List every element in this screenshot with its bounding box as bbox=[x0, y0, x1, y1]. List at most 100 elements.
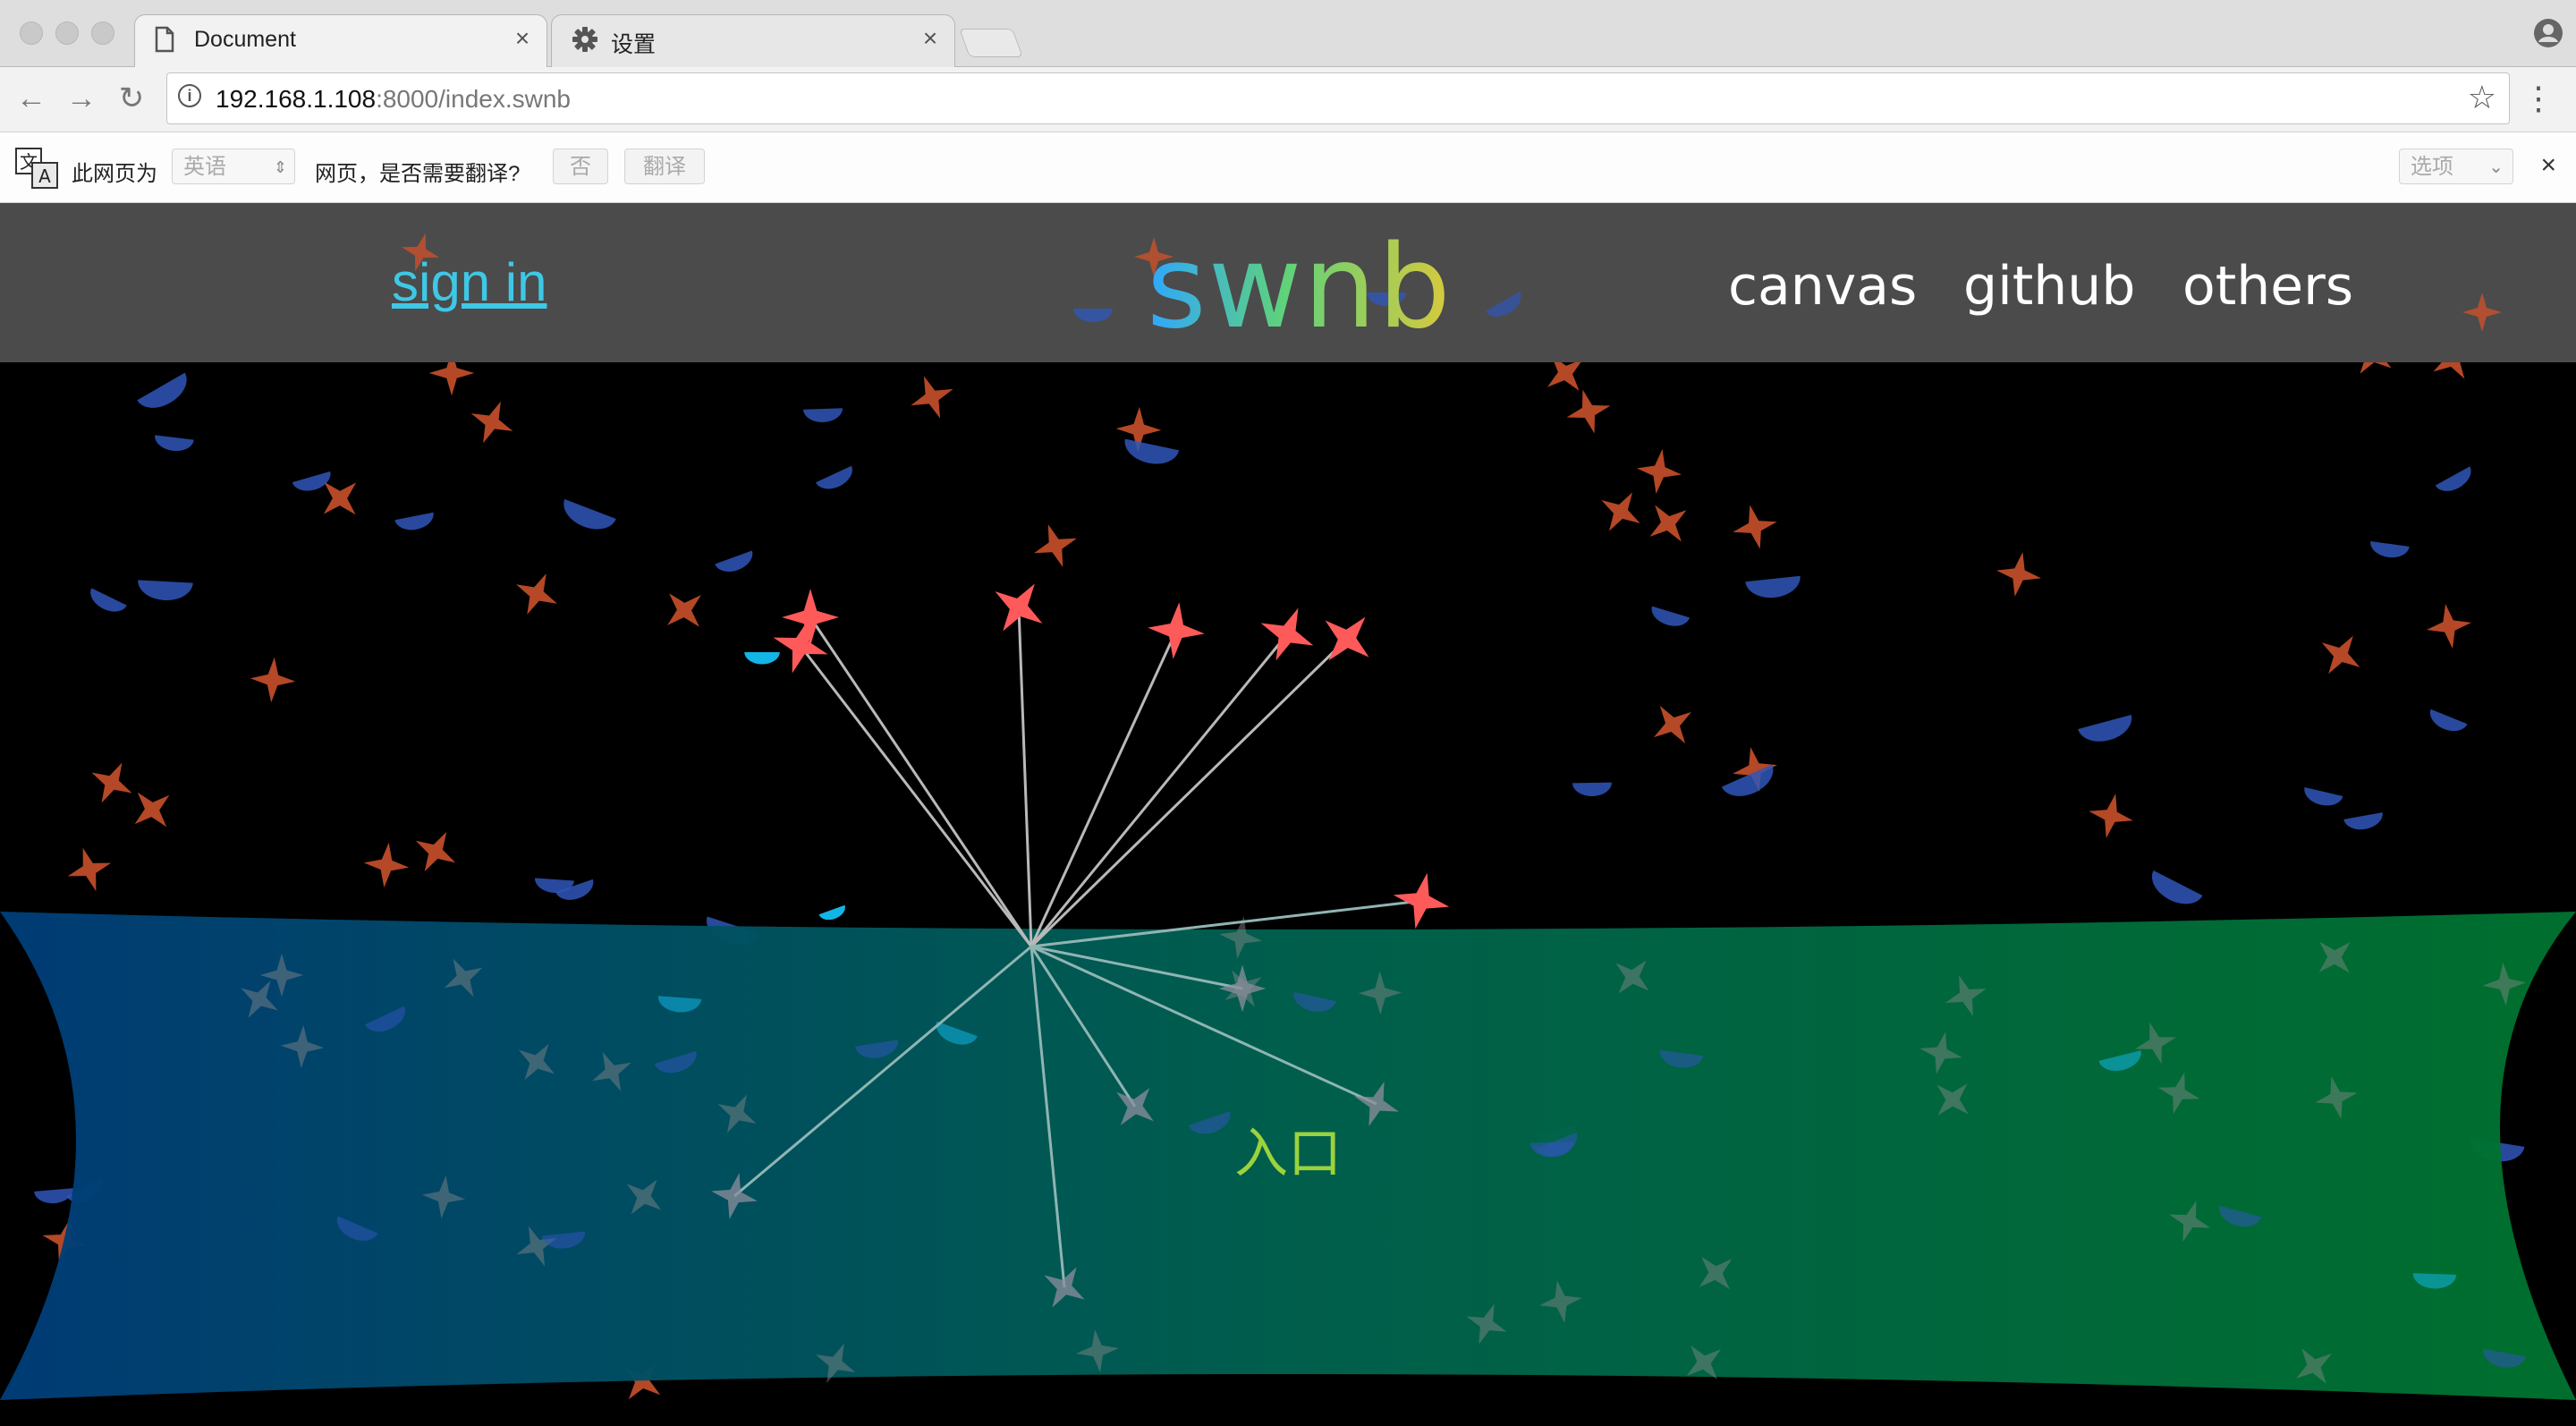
connection-line bbox=[1030, 633, 1289, 947]
moon-shape bbox=[715, 550, 757, 577]
moon-shape bbox=[1121, 438, 1180, 469]
translate-button[interactable]: 翻译 bbox=[624, 149, 705, 184]
star-shape bbox=[120, 777, 184, 842]
site-logo[interactable]: swnb bbox=[1147, 221, 1453, 354]
info-icon[interactable]: i bbox=[178, 84, 201, 107]
star-shape bbox=[1026, 516, 1085, 575]
translate-question-text: 网页，是否需要翻译? bbox=[315, 162, 521, 186]
star-shape bbox=[2083, 788, 2139, 844]
site-header: sign in swnb canvas github others bbox=[0, 203, 2576, 362]
moon-shape bbox=[2145, 870, 2203, 912]
translate-icon: 文 A bbox=[15, 148, 58, 189]
browser-menu-icon[interactable]: ⋮ bbox=[2522, 80, 2555, 117]
address-bar[interactable]: i 192.168.1.108:8000/index.swnb ☆ bbox=[166, 72, 2510, 124]
moon-shape bbox=[1648, 606, 1690, 631]
entry-button[interactable]: 入口 bbox=[1234, 1110, 1342, 1188]
reload-icon[interactable]: ↻ bbox=[111, 78, 152, 119]
star-shape bbox=[1387, 867, 1455, 935]
moon-shape bbox=[153, 435, 194, 454]
star-shape bbox=[1636, 491, 1700, 556]
moon-shape bbox=[744, 652, 780, 665]
star-shape bbox=[902, 368, 962, 427]
tab-settings[interactable]: 设置 × bbox=[551, 14, 955, 67]
tab-title: Document bbox=[194, 27, 296, 52]
moon-shape bbox=[137, 372, 195, 417]
star-shape bbox=[248, 655, 298, 705]
language-select-value: 英语 bbox=[183, 155, 226, 179]
star-shape bbox=[1250, 597, 1325, 672]
connection-line bbox=[1030, 630, 1178, 947]
select-arrows-icon: ⇕ bbox=[273, 158, 287, 176]
no-translate-button[interactable]: 否 bbox=[553, 149, 608, 184]
moon-shape bbox=[1572, 782, 1613, 797]
page-content: sign in swnb canvas github others 入口 bbox=[0, 203, 2576, 1426]
tab-document[interactable]: Document × bbox=[134, 14, 547, 67]
star-shape bbox=[506, 564, 567, 624]
forward-arrow-icon[interactable]: → bbox=[61, 78, 102, 119]
nav-github-link[interactable]: github bbox=[1963, 255, 2135, 318]
nav-others-link[interactable]: others bbox=[2182, 255, 2353, 318]
moon-shape bbox=[85, 588, 127, 618]
star-shape bbox=[1561, 384, 1616, 439]
moon-shape bbox=[137, 580, 193, 602]
moon-shape bbox=[2078, 715, 2137, 748]
moon-shape bbox=[2368, 540, 2410, 560]
options-select-value: 选项 bbox=[2411, 155, 2453, 179]
back-arrow-icon[interactable]: ← bbox=[11, 78, 52, 119]
moon-shape bbox=[2343, 812, 2385, 833]
star-shape bbox=[404, 820, 467, 883]
star-shape bbox=[1640, 692, 1705, 757]
browser-toolbar: ← → ↻ i 192.168.1.108:8000/index.swnb ☆ … bbox=[0, 67, 2576, 132]
star-shape bbox=[361, 840, 411, 890]
language-select[interactable]: 英语 ⇕ bbox=[172, 149, 295, 184]
moon-shape bbox=[818, 904, 849, 924]
new-tab-button[interactable] bbox=[959, 29, 1023, 57]
moon-shape bbox=[2301, 787, 2343, 810]
tab-title: 设置 bbox=[611, 32, 657, 57]
document-icon bbox=[155, 26, 174, 53]
options-select[interactable]: 选项 ⌄ bbox=[2399, 149, 2513, 184]
moon-shape bbox=[292, 471, 335, 496]
close-translate-bar-icon[interactable]: × bbox=[2540, 150, 2556, 181]
sign-in-link[interactable]: sign in bbox=[392, 251, 547, 313]
star-shape bbox=[1992, 547, 2046, 601]
star-shape bbox=[1589, 480, 1652, 543]
url-text[interactable]: 192.168.1.108:8000/index.swnb bbox=[216, 85, 571, 114]
star-shape bbox=[2309, 624, 2372, 686]
moon-shape bbox=[2435, 466, 2477, 497]
moon-shape bbox=[394, 512, 436, 533]
star-shape bbox=[462, 392, 522, 453]
connection-line bbox=[1017, 607, 1033, 947]
animated-background-canvas bbox=[0, 323, 2576, 1413]
profile-icon[interactable] bbox=[2533, 18, 2563, 48]
star-shape bbox=[782, 589, 839, 646]
close-tab-icon[interactable]: × bbox=[509, 24, 536, 53]
star-shape bbox=[61, 841, 118, 898]
maximize-window-button[interactable] bbox=[91, 21, 114, 45]
gear-icon bbox=[572, 27, 597, 52]
moon-shape bbox=[1745, 575, 1802, 601]
star-shape bbox=[2423, 600, 2475, 652]
moon-shape bbox=[2425, 709, 2468, 737]
svg-text:A: A bbox=[38, 166, 51, 187]
connection-line bbox=[809, 616, 1033, 947]
moon-shape bbox=[816, 465, 858, 495]
moon-shape bbox=[803, 408, 843, 423]
url-path: :8000/index.swnb bbox=[376, 85, 571, 113]
bookmark-star-icon[interactable]: ☆ bbox=[2468, 79, 2496, 116]
close-tab-icon[interactable]: × bbox=[917, 24, 944, 53]
star-shape bbox=[1633, 446, 1685, 497]
close-window-button[interactable] bbox=[20, 21, 43, 45]
star-shape bbox=[1144, 598, 1208, 663]
browser-tab-bar: Document × 设置 × bbox=[0, 0, 2576, 67]
connection-line bbox=[1030, 637, 1349, 948]
nav-canvas-link[interactable]: canvas bbox=[1728, 255, 1917, 318]
minimize-window-button[interactable] bbox=[55, 21, 79, 45]
star-shape bbox=[1727, 499, 1783, 555]
star-shape bbox=[652, 578, 716, 642]
chevron-down-icon: ⌄ bbox=[2488, 157, 2504, 177]
translate-prefix-text: 此网页为 bbox=[72, 162, 157, 186]
connection-line bbox=[799, 645, 1033, 947]
url-host: 192.168.1.108 bbox=[216, 85, 377, 113]
star-shape bbox=[80, 751, 143, 814]
